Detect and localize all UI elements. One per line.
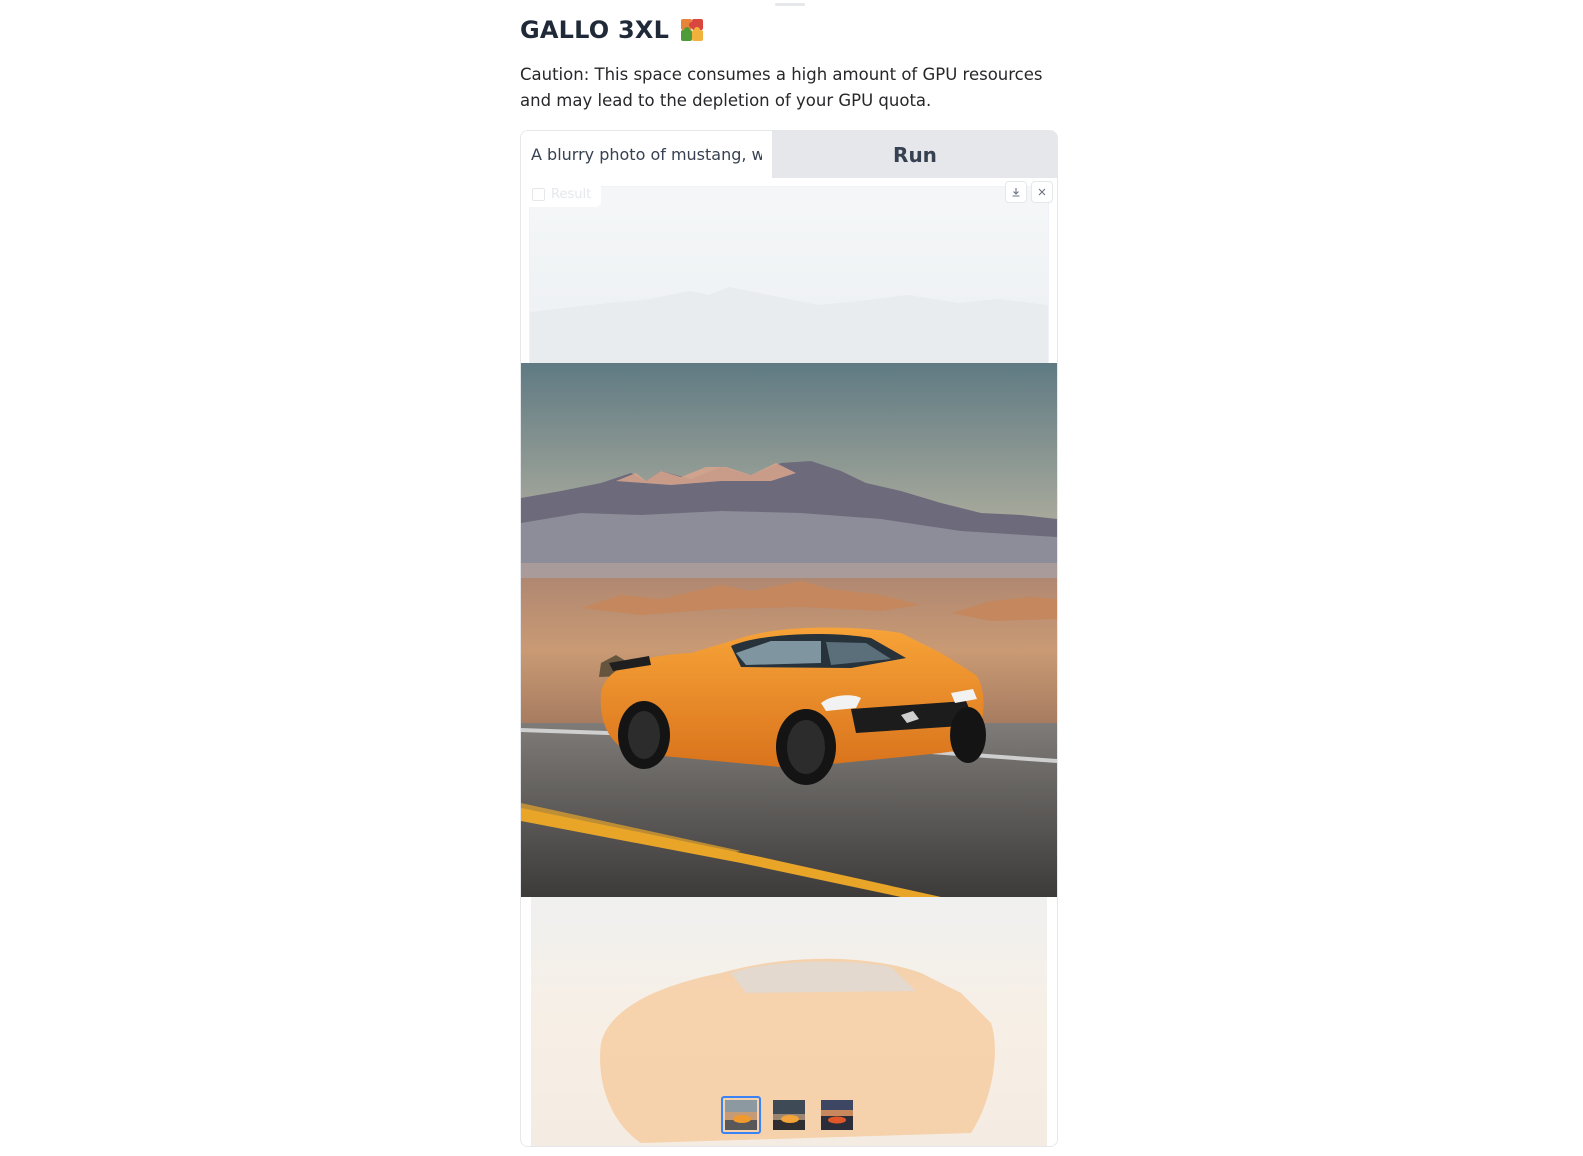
download-icon[interactable] [1005, 181, 1027, 203]
caution-text: Caution: This space consumes a high amou… [520, 65, 1043, 110]
result-gallery: Result [521, 178, 1057, 1146]
result-actions [1005, 181, 1053, 203]
drag-handle [775, 3, 805, 6]
thumbnail-3[interactable] [817, 1096, 857, 1134]
prompt-row: Run [521, 131, 1057, 178]
gallery-preview-backdrop-top [529, 186, 1049, 366]
thumbnail-2[interactable] [769, 1096, 809, 1134]
result-label: Result [524, 181, 602, 207]
header: GALLO 3XL [520, 16, 705, 44]
prompt-input[interactable] [521, 131, 773, 178]
thumbnail-strip [521, 1096, 1057, 1134]
result-image[interactable] [521, 363, 1057, 897]
run-panel: Run Result [520, 130, 1058, 1147]
image-icon [532, 187, 545, 201]
thumbnail-1[interactable] [721, 1096, 761, 1134]
close-icon[interactable] [1031, 181, 1053, 203]
puzzle-piece-icon [679, 17, 705, 43]
run-button[interactable]: Run [773, 131, 1057, 178]
page-title: GALLO 3XL [520, 16, 670, 44]
result-label-text: Result [551, 186, 592, 202]
